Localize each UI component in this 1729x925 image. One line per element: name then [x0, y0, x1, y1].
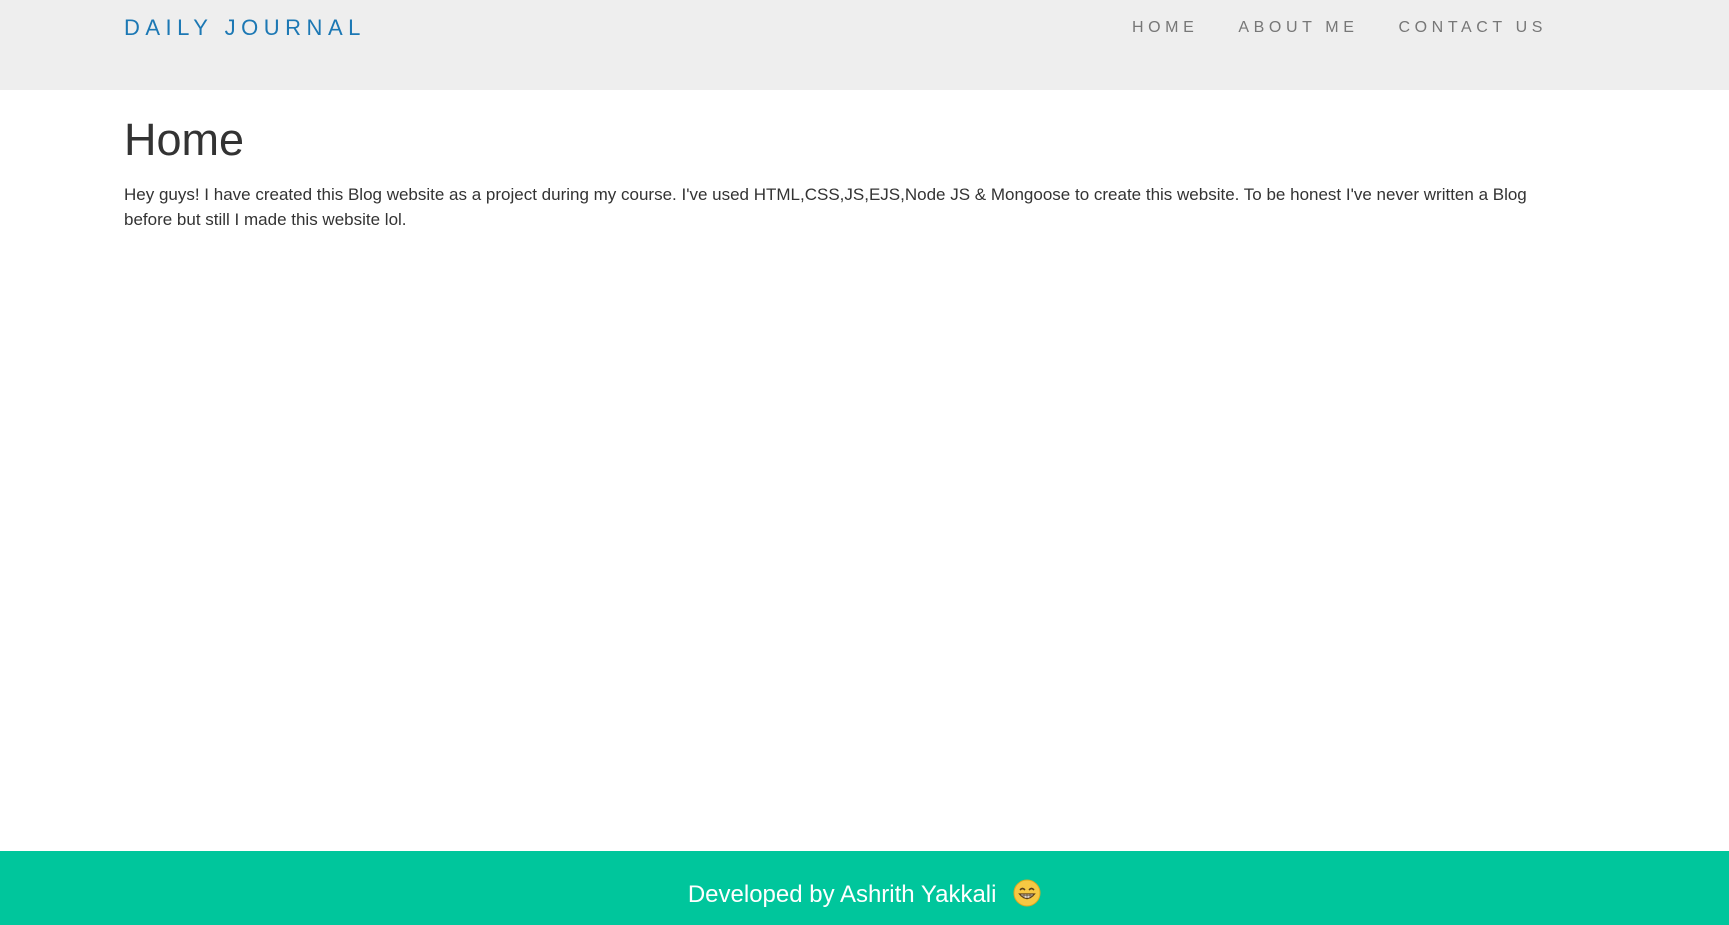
navbar: DAILY JOURNAL HOME ABOUT ME CONTACT US [0, 0, 1729, 90]
nav-links: HOME ABOUT ME CONTACT US [1132, 18, 1547, 38]
intro-paragraph: Hey guys! I have created this Blog websi… [124, 185, 1527, 229]
grinning-face-icon [1013, 879, 1041, 915]
nav-item-contact: CONTACT US [1398, 18, 1547, 38]
main-content: Home Hey guys! I have created this Blog … [124, 110, 1554, 232]
page-title: Home [124, 114, 245, 165]
nav-link-contact-us[interactable]: CONTACT US [1398, 19, 1547, 36]
nav-item-home: HOME [1132, 18, 1198, 38]
nav-item-about: ABOUT ME [1238, 18, 1358, 38]
footer: Developed by Ashrith Yakkali [0, 851, 1729, 925]
footer-credit: Developed by Ashrith Yakkali [688, 879, 1041, 915]
footer-credit-text: Developed by Ashrith Yakkali [687, 881, 997, 908]
nav-link-about-me[interactable]: ABOUT ME [1238, 19, 1358, 36]
nav-link-home[interactable]: HOME [1132, 19, 1198, 36]
brand-logo-link[interactable]: DAILY JOURNAL [124, 14, 366, 42]
